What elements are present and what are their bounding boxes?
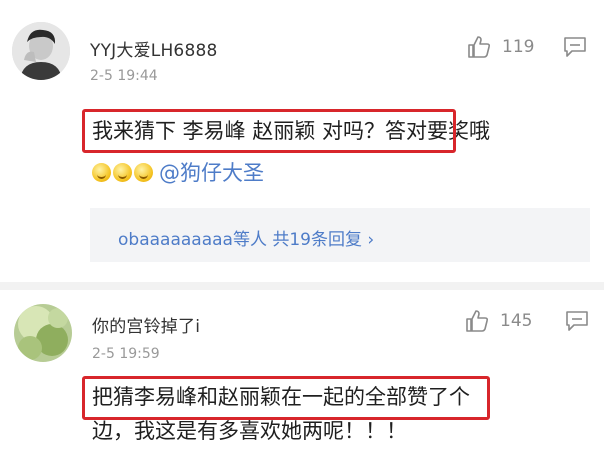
like-button[interactable]: 119: [466, 34, 534, 60]
comment-1: YYJ大爱LH6888 2-5 19:44 119 我来猜下 李易峰 赵丽颖 对…: [0, 0, 604, 282]
comment-text-line-2: 边，我这是有多喜欢她两呢！！！: [92, 419, 407, 443]
emoji-icon: [92, 162, 111, 182]
thumbs-up-icon: [468, 36, 491, 58]
divider: [0, 282, 604, 290]
mention-link[interactable]: @狗仔大圣: [159, 157, 264, 187]
username[interactable]: 你的宫铃掉了i: [92, 312, 200, 337]
like-count: 119: [502, 37, 535, 57]
emoji-icon: [134, 162, 153, 182]
timestamp: 2-5 19:44: [90, 68, 158, 84]
comment-2: 你的宫铃掉了i 2-5 19:59 145 把猜李易峰和赵丽颖在一起的全部赞了个…: [0, 290, 604, 451]
like-count: 145: [500, 311, 533, 331]
emoji-icon: [113, 162, 132, 182]
highlight-box: [82, 109, 456, 153]
avatar[interactable]: [14, 304, 72, 362]
reply-icon[interactable]: [565, 310, 589, 332]
avatar[interactable]: [12, 22, 70, 80]
emoji-mention-row: @狗仔大圣: [92, 157, 264, 187]
timestamp: 2-5 19:59: [92, 346, 160, 362]
replies-link[interactable]: obaaaaaaaaa等人 共19条回复 ›: [118, 225, 374, 250]
reply-icon[interactable]: [563, 36, 587, 58]
username[interactable]: YYJ大爱LH6888: [90, 36, 218, 61]
like-button[interactable]: 145: [464, 308, 532, 334]
replies-panel[interactable]: obaaaaaaaaa等人 共19条回复 ›: [90, 208, 590, 262]
thumbs-up-icon: [466, 310, 489, 332]
